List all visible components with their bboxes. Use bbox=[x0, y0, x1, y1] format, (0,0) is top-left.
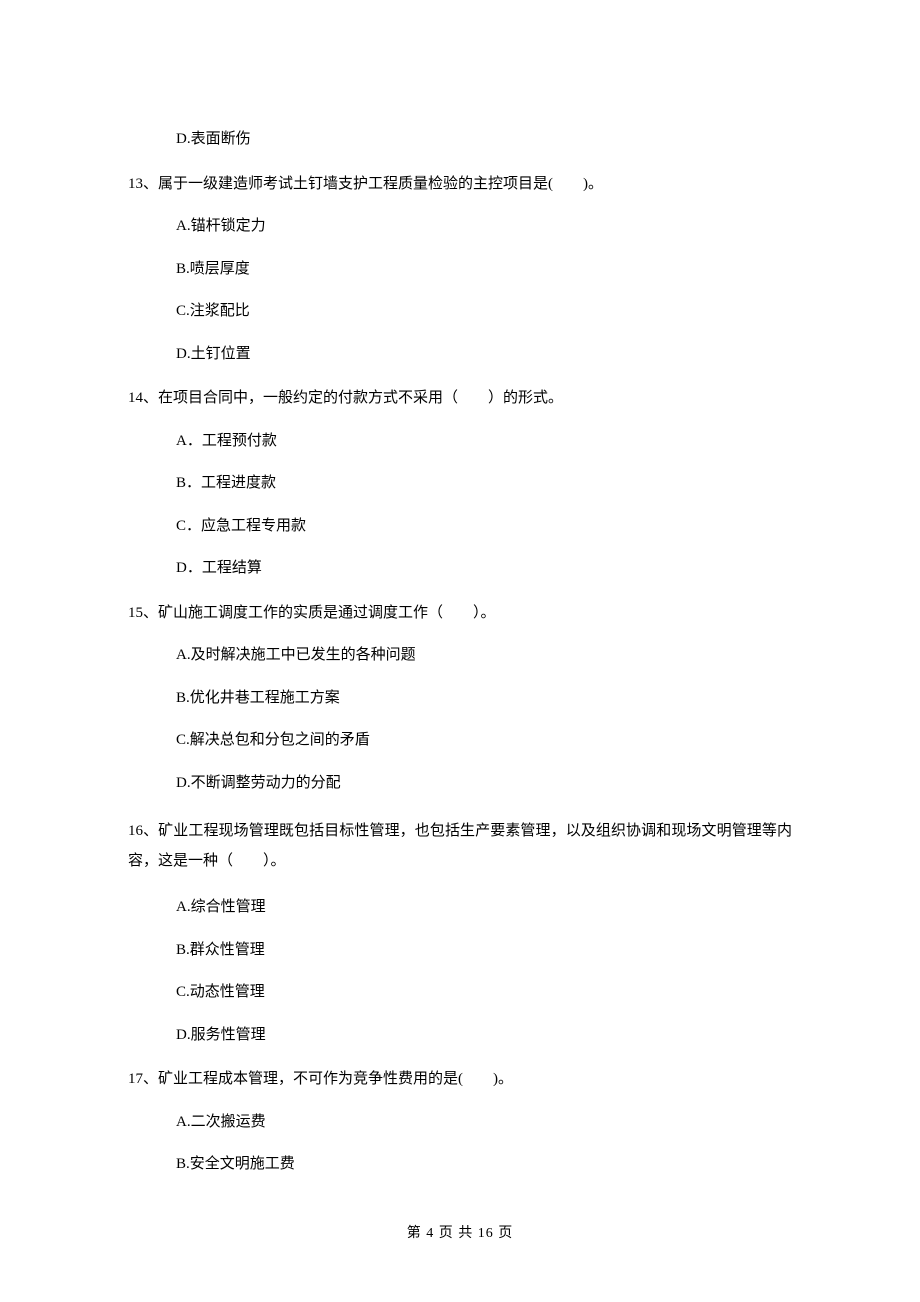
q16-option-b: B.群众性管理 bbox=[128, 939, 792, 962]
page-footer: 第 4 页 共 16 页 bbox=[0, 1223, 920, 1244]
q13-stem: 13、属于一级建造师考试土钉墙支护工程质量检验的主控项目是( )。 bbox=[128, 173, 792, 196]
q14-option-d: D．工程结算 bbox=[128, 557, 792, 580]
q17-option-a: A.二次搬运费 bbox=[128, 1111, 792, 1134]
q12-option-d: D.表面断伤 bbox=[128, 128, 792, 151]
q13-option-b: B.喷层厚度 bbox=[128, 258, 792, 281]
q14-option-c: C．应急工程专用款 bbox=[128, 515, 792, 538]
q14-option-b: B．工程进度款 bbox=[128, 472, 792, 495]
q14-stem: 14、在项目合同中，一般约定的付款方式不采用（ ）的形式。 bbox=[128, 387, 792, 410]
q16-option-c: C.动态性管理 bbox=[128, 981, 792, 1004]
page: D.表面断伤 13、属于一级建造师考试土钉墙支护工程质量检验的主控项目是( )。… bbox=[0, 0, 920, 1302]
q13-option-d: D.土钉位置 bbox=[128, 343, 792, 366]
q15-option-c: C.解决总包和分包之间的矛盾 bbox=[128, 729, 792, 752]
q13-option-a: A.锚杆锁定力 bbox=[128, 215, 792, 238]
q16-stem: 16、矿业工程现场管理既包括目标性管理，也包括生产要素管理，以及组织协调和现场文… bbox=[128, 816, 792, 876]
q14-option-a: A．工程预付款 bbox=[128, 430, 792, 453]
q13-option-c: C.注浆配比 bbox=[128, 300, 792, 323]
q16-option-d: D.服务性管理 bbox=[128, 1024, 792, 1047]
q17-stem: 17、矿业工程成本管理，不可作为竞争性费用的是( )。 bbox=[128, 1068, 792, 1091]
q15-option-d: D.不断调整劳动力的分配 bbox=[128, 772, 792, 795]
q16-option-a: A.综合性管理 bbox=[128, 896, 792, 919]
q17-option-b: B.安全文明施工费 bbox=[128, 1153, 792, 1176]
q15-option-a: A.及时解决施工中已发生的各种问题 bbox=[128, 644, 792, 667]
q15-stem: 15、矿山施工调度工作的实质是通过调度工作（ ）。 bbox=[128, 602, 792, 625]
q15-option-b: B.优化井巷工程施工方案 bbox=[128, 687, 792, 710]
